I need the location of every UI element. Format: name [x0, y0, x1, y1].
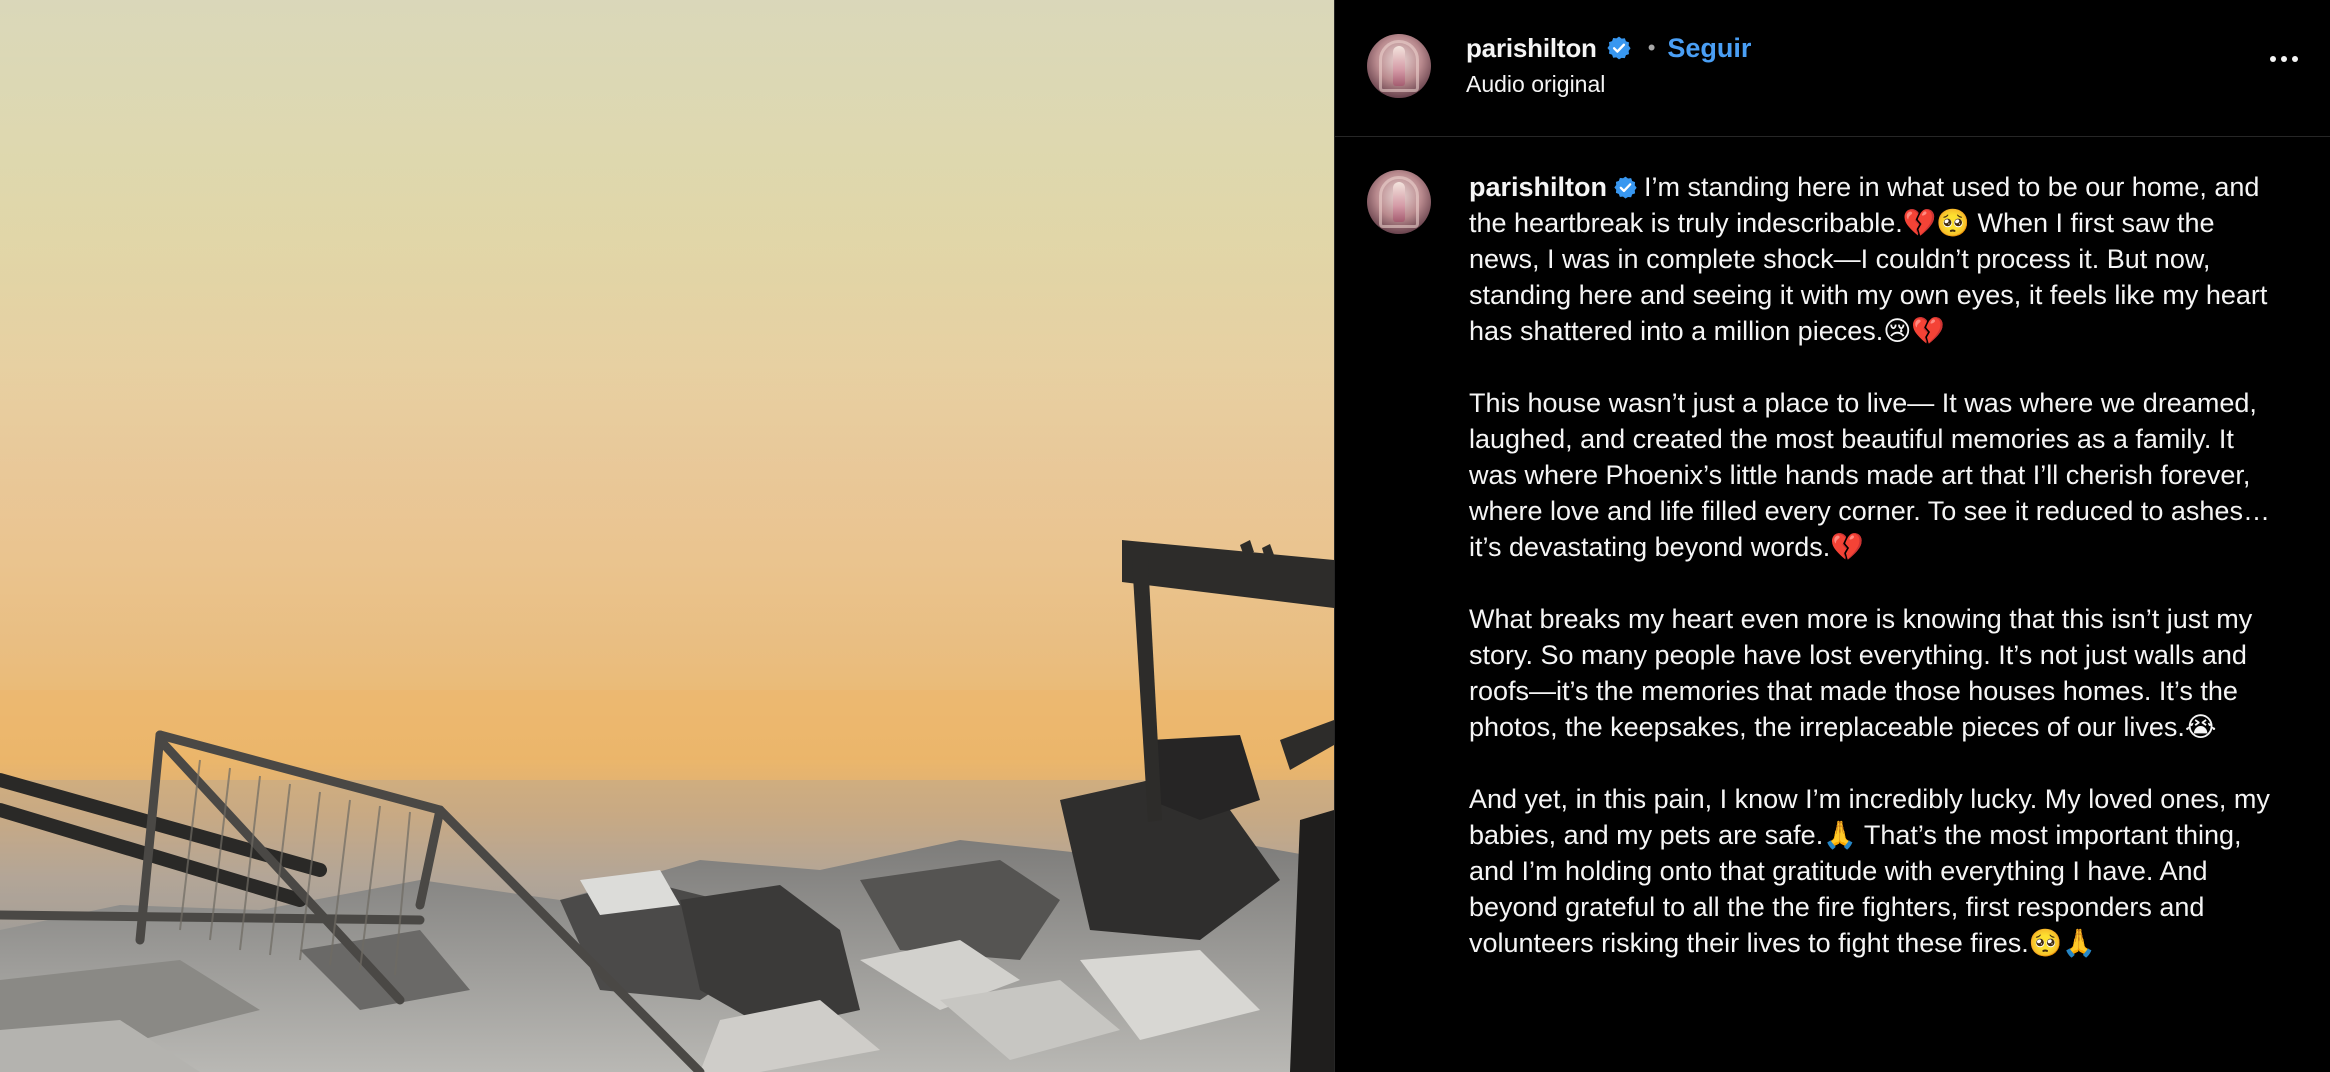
more-dot: [2281, 56, 2287, 62]
verified-badge-icon: [1607, 36, 1631, 60]
caption-paragraph-4: And yet, in this pain, I know I’m incred…: [1469, 784, 2270, 958]
post-video[interactable]: [0, 0, 1334, 1072]
avatar-figure-shape: [1393, 46, 1405, 86]
follow-button[interactable]: Seguir: [1667, 33, 1751, 64]
caption-paragraph-3: What breaks my heart even more is knowin…: [1469, 604, 2253, 742]
header-title-row: parishilton • Seguir: [1466, 30, 1751, 66]
caption-paragraph-1: parishilton I’m standing here in what use…: [1469, 169, 2289, 349]
caption-author-avatar[interactable]: [1367, 170, 1431, 234]
more-dot: [2270, 56, 2276, 62]
author-avatar[interactable]: [1367, 34, 1431, 98]
fire-ruins-scene: [0, 0, 1334, 1072]
post-caption: parishilton I’m standing here in what use…: [1469, 169, 2289, 997]
verified-badge-icon: [1614, 176, 1637, 199]
avatar-figure-shape: [1393, 182, 1405, 222]
audio-label[interactable]: Audio original: [1466, 71, 1605, 98]
author-username[interactable]: parishilton: [1466, 33, 1597, 64]
header-separator: •: [1647, 35, 1656, 60]
post-details-panel: parishilton • Seguir Audio original pari…: [1334, 0, 2330, 1072]
more-dot: [2292, 56, 2298, 62]
caption-username[interactable]: parishilton: [1469, 172, 1607, 202]
post-viewer: parishilton • Seguir Audio original pari…: [0, 0, 2330, 1072]
caption-paragraph-2: This house wasn’t just a place to live— …: [1469, 388, 2270, 562]
more-horizontal-icon[interactable]: [2270, 56, 2298, 62]
post-header: parishilton • Seguir Audio original: [1335, 0, 2330, 137]
